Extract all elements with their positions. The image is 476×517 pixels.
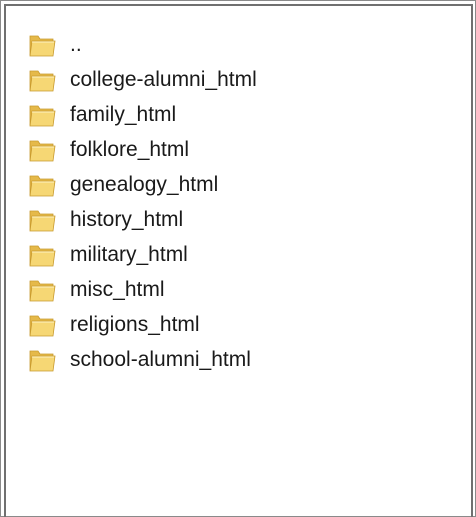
folder-list: .. college-alumni_html family_html folkl…	[27, 27, 257, 377]
folder-name: ..	[70, 33, 82, 56]
folder-icon	[27, 102, 57, 128]
list-item-religions[interactable]: religions_html	[27, 307, 257, 342]
folder-icon	[27, 32, 57, 58]
folder-name: religions_html	[70, 313, 200, 336]
folder-name: college-alumni_html	[70, 68, 257, 91]
file-browser-panel: .. college-alumni_html family_html folkl…	[0, 0, 476, 517]
folder-name: misc_html	[70, 278, 165, 301]
folder-name: history_html	[70, 208, 184, 231]
folder-name: family_html	[70, 103, 177, 126]
folder-icon	[27, 277, 57, 303]
folder-icon	[27, 137, 57, 163]
list-item-genealogy[interactable]: genealogy_html	[27, 167, 257, 202]
list-item-college-alumni[interactable]: college-alumni_html	[27, 62, 257, 97]
list-item-history[interactable]: history_html	[27, 202, 257, 237]
folder-icon	[27, 207, 57, 233]
list-item-military[interactable]: military_html	[27, 237, 257, 272]
folder-name: military_html	[70, 243, 188, 266]
list-item-parent-directory[interactable]: ..	[27, 27, 257, 62]
folder-icon	[27, 67, 57, 93]
list-item-school-alumni[interactable]: school-alumni_html	[27, 342, 257, 377]
folder-name: folklore_html	[70, 138, 190, 161]
folder-name: genealogy_html	[70, 173, 219, 196]
folder-icon	[27, 347, 57, 373]
folder-icon	[27, 312, 57, 338]
folder-icon	[27, 242, 57, 268]
list-item-misc[interactable]: misc_html	[27, 272, 257, 307]
list-item-folklore[interactable]: folklore_html	[27, 132, 257, 167]
list-item-family[interactable]: family_html	[27, 97, 257, 132]
folder-icon	[27, 172, 57, 198]
folder-name: school-alumni_html	[70, 348, 251, 371]
